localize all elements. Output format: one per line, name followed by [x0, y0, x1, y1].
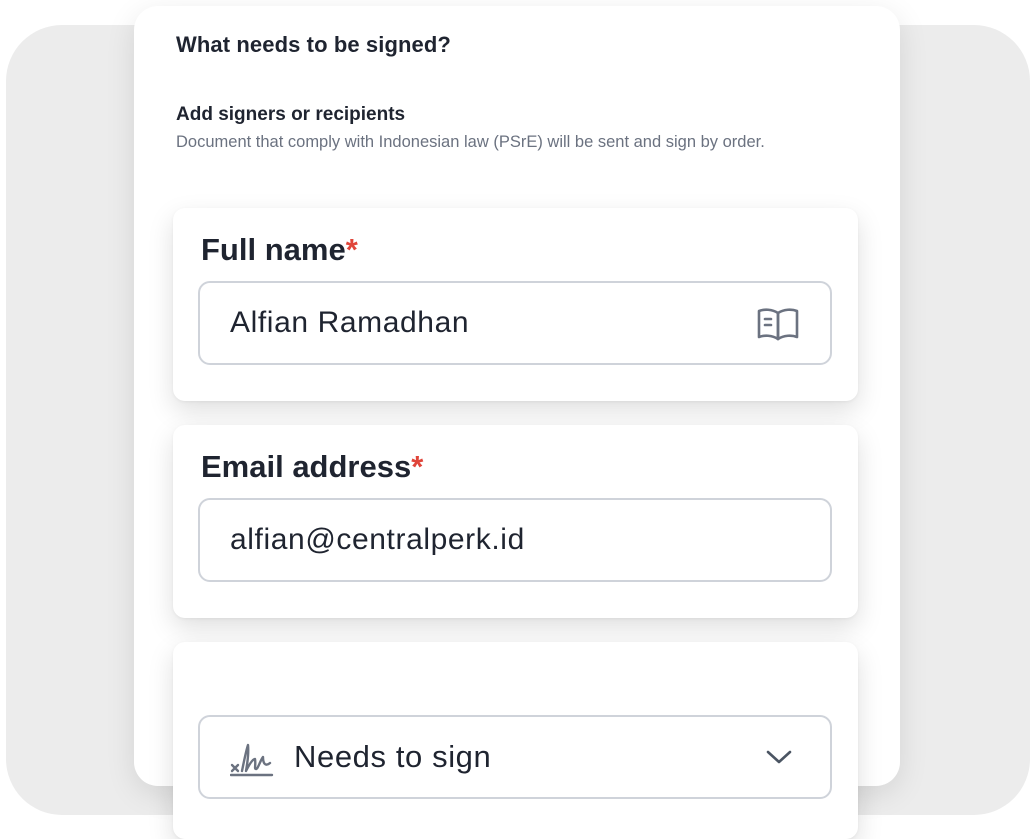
full-name-card: Full name* Alfian Ramadhan: [173, 208, 858, 401]
email-value: alfian@centralperk.id: [230, 523, 525, 556]
email-label: Email address*: [201, 449, 423, 485]
required-marker: *: [411, 449, 424, 484]
form-title: What needs to be signed?: [176, 32, 451, 57]
signature-icon: [230, 743, 274, 777]
signer-role-card: Needs to sign: [173, 642, 858, 839]
email-input[interactable]: alfian@centralperk.id: [198, 498, 832, 582]
section-subtitle: Document that comply with Indonesian law…: [176, 133, 765, 151]
full-name-value: Alfian Ramadhan: [230, 306, 470, 339]
screen: What needs to be signed? Add signers or …: [0, 0, 1035, 839]
signer-role-value: Needs to sign: [294, 739, 492, 774]
full-name-input[interactable]: Alfian Ramadhan: [198, 281, 832, 365]
section-title: Add signers or recipients: [176, 104, 406, 125]
full-name-label: Full name*: [201, 232, 358, 268]
email-card: Email address* alfian@centralperk.id: [173, 425, 858, 618]
contact-book-icon[interactable]: [756, 305, 800, 343]
email-label-text: Email address: [201, 449, 412, 484]
signer-role-select[interactable]: Needs to sign: [198, 715, 832, 799]
required-marker: *: [345, 232, 358, 267]
full-name-label-text: Full name: [201, 232, 346, 267]
chevron-down-icon[interactable]: [764, 747, 794, 767]
